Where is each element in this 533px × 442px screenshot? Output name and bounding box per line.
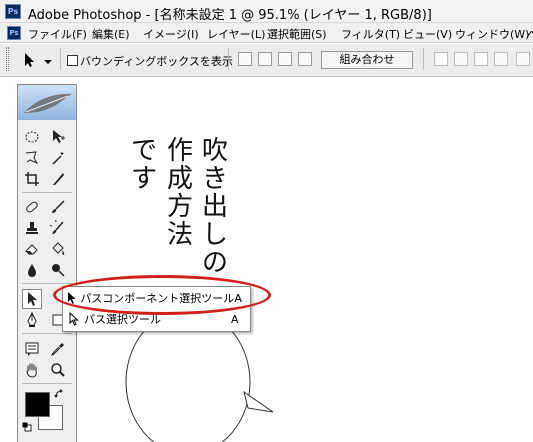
subtract-shape-icon[interactable] bbox=[258, 52, 272, 66]
slice-tool-icon[interactable] bbox=[48, 169, 68, 189]
exclude-shape-icon[interactable] bbox=[298, 52, 312, 66]
menu-file[interactable]: ファイル(F) bbox=[28, 26, 87, 42]
default-colors-icon[interactable] bbox=[22, 422, 32, 432]
highlight-ellipse-annotation bbox=[53, 275, 271, 315]
eyedropper-tool-icon[interactable] bbox=[48, 339, 68, 359]
dodge-tool-icon[interactable] bbox=[48, 260, 68, 280]
window-title: Adobe Photoshop - [名称未設定 1 @ 95.1% (レイヤー… bbox=[28, 8, 432, 23]
hollow-arrow-icon bbox=[64, 312, 84, 326]
menu-image[interactable]: イメージ(I) bbox=[143, 26, 199, 42]
move-tool-icon[interactable] bbox=[48, 127, 68, 147]
feather-logo-icon bbox=[24, 93, 72, 113]
zoom-tool-icon[interactable] bbox=[48, 360, 68, 380]
vertical-text-column-2: 作成方法 bbox=[166, 136, 193, 250]
notes-tool-icon[interactable] bbox=[22, 339, 42, 359]
photoshop-logo-icon: Ps bbox=[5, 4, 21, 19]
bounding-box-checkbox[interactable] bbox=[67, 55, 78, 66]
lasso-tool-icon[interactable] bbox=[22, 148, 42, 168]
toolbox-separator bbox=[22, 192, 72, 193]
toolbox-separator bbox=[22, 383, 72, 384]
paint-bucket-tool-icon[interactable] bbox=[48, 239, 68, 259]
toolbox-separator bbox=[22, 283, 72, 284]
flyout-item-shortcut: A bbox=[231, 312, 239, 326]
align-middle-icon[interactable] bbox=[454, 52, 468, 66]
healing-brush-tool-icon[interactable] bbox=[22, 197, 42, 217]
options-grip[interactable] bbox=[6, 47, 9, 71]
add-to-shape-icon[interactable] bbox=[238, 52, 252, 66]
menu-select[interactable]: 選択範囲(S) bbox=[267, 26, 327, 42]
app-menu-icon[interactable]: Ps bbox=[7, 26, 21, 40]
clone-stamp-tool-icon[interactable] bbox=[22, 218, 42, 238]
align-top-icon[interactable] bbox=[434, 52, 448, 66]
preset-dropdown-icon[interactable] bbox=[44, 56, 52, 64]
brush-tool-icon[interactable] bbox=[48, 197, 68, 217]
menu-edit[interactable]: 編集(E) bbox=[92, 26, 130, 42]
marquee-tool-icon[interactable] bbox=[22, 127, 42, 147]
bounding-box-label: バウンディングボックスを表示 bbox=[80, 55, 233, 68]
eraser-tool-icon[interactable] bbox=[22, 239, 42, 259]
menu-layer[interactable]: レイヤー(L) bbox=[207, 26, 265, 42]
options-separator bbox=[423, 48, 424, 70]
vertical-text-column-3: です bbox=[130, 136, 157, 194]
swap-colors-icon[interactable] bbox=[54, 389, 64, 399]
align-left-icon[interactable] bbox=[494, 52, 508, 66]
menu-view[interactable]: ビュー(V) bbox=[403, 26, 452, 42]
align-center-icon[interactable] bbox=[516, 52, 530, 66]
options-separator bbox=[228, 48, 229, 70]
vertical-text-column-1: 吹き出しの bbox=[201, 136, 228, 278]
path-selection-tool-icon[interactable] bbox=[22, 289, 42, 309]
tool-preset-arrow-icon[interactable] bbox=[22, 52, 38, 68]
history-brush-tool-icon[interactable] bbox=[48, 218, 68, 238]
toolbox-separator bbox=[22, 333, 72, 334]
blur-tool-icon[interactable] bbox=[22, 260, 42, 280]
menu-filter[interactable]: フィルタ(T) bbox=[341, 26, 400, 42]
toolbox-header[interactable] bbox=[18, 85, 76, 120]
options-separator bbox=[60, 48, 61, 70]
align-bottom-icon[interactable] bbox=[474, 52, 488, 66]
combine-button[interactable]: 組み合わせ bbox=[321, 51, 413, 69]
crop-tool-icon[interactable] bbox=[22, 169, 42, 189]
hand-tool-icon[interactable] bbox=[22, 360, 42, 380]
menu-help[interactable]: ヘ bbox=[527, 26, 533, 42]
menu-window[interactable]: ウィンドウ(W) bbox=[455, 26, 529, 42]
magic-wand-tool-icon[interactable] bbox=[48, 148, 68, 168]
pen-tool-icon[interactable] bbox=[22, 310, 42, 330]
intersect-shape-icon[interactable] bbox=[278, 52, 292, 66]
foreground-color-swatch[interactable] bbox=[25, 392, 50, 417]
